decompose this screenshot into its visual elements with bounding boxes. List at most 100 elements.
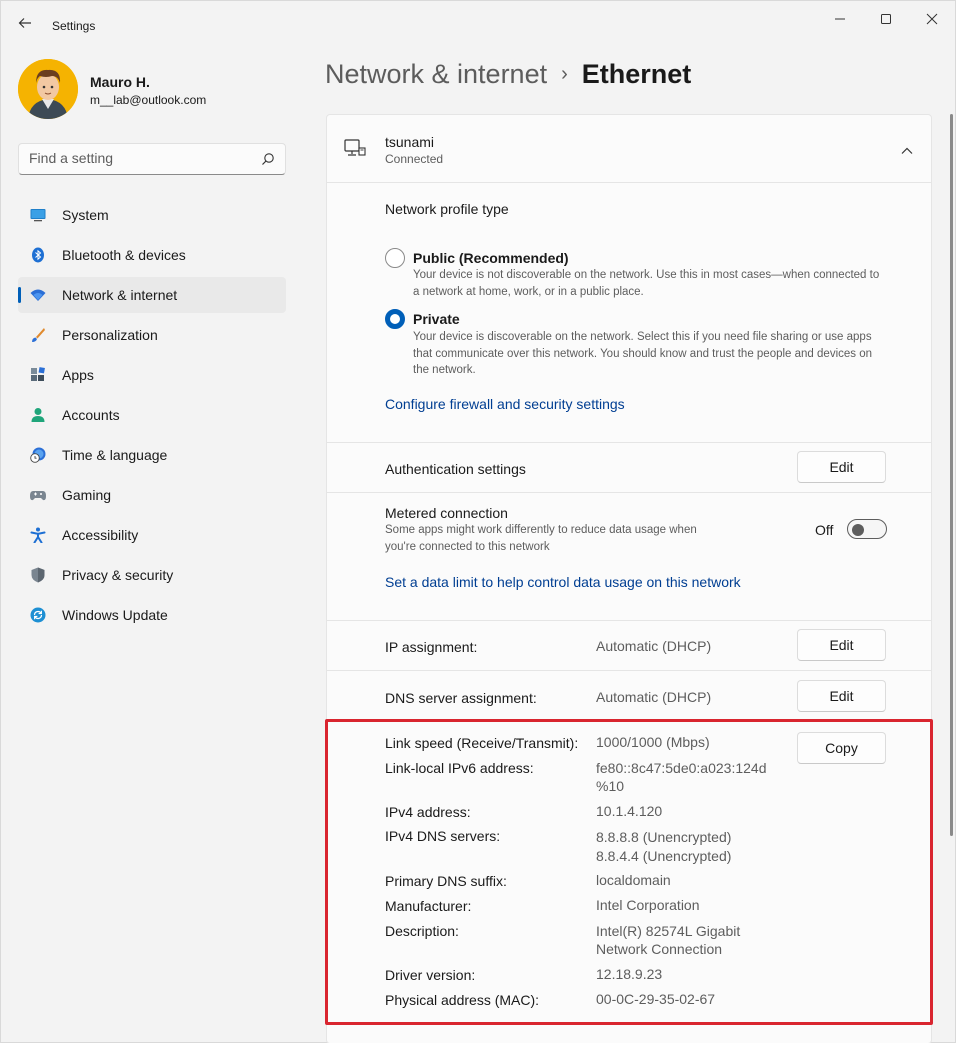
sidebar-item-privacy-security[interactable]: Privacy & security — [18, 557, 286, 593]
metered-title: Metered connection — [385, 505, 508, 521]
avatar[interactable] — [18, 59, 78, 119]
toggle-knob — [852, 524, 864, 536]
person-icon — [31, 408, 45, 422]
sidebar-item-apps[interactable]: Apps — [18, 357, 286, 393]
sidebar-item-label: Network & internet — [62, 287, 178, 303]
description-value-line2: Network Connection — [596, 941, 723, 957]
public-option-description: Your device is not discoverable on the n… — [413, 269, 880, 298]
search-input[interactable] — [29, 150, 249, 166]
user-name: Mauro H. — [90, 74, 150, 90]
ipv4-value: 10.1.4.120 — [596, 803, 663, 819]
breadcrumb-parent[interactable]: Network & internet — [325, 59, 547, 90]
collapse-button[interactable] — [893, 139, 921, 163]
scrollbar[interactable] — [950, 114, 953, 836]
active-indicator — [18, 287, 21, 303]
network-status: Connected — [385, 152, 444, 166]
private-option-description: Your device is discoverable on the netwo… — [413, 331, 873, 376]
data-limit-link[interactable]: Set a data limit to help control data us… — [385, 574, 741, 590]
manufacturer-label: Manufacturer: — [385, 898, 472, 914]
dns-assignment-value: Automatic (DHCP) — [596, 689, 712, 705]
dns-servers-label: IPv4 DNS servers: — [385, 828, 501, 844]
divider — [327, 492, 931, 493]
wifi-icon — [30, 289, 46, 301]
authentication-edit-button[interactable]: Edit — [797, 451, 886, 483]
ethernet-card: tsunami Connected Network profile type P… — [326, 114, 932, 1043]
divider — [327, 620, 931, 621]
public-option-title[interactable]: Public (Recommended) — [413, 250, 569, 266]
sidebar-item-label: Personalization — [62, 327, 158, 343]
sidebar-item-label: Windows Update — [62, 607, 168, 623]
ip-assignment-edit-button[interactable]: Edit — [797, 629, 886, 661]
dns-servers-value-line1: 8.8.8.8 (Unencrypted) — [596, 829, 732, 845]
mac-address-value: 00-0C-29-35-02-67 — [596, 991, 716, 1007]
minimize-button[interactable] — [817, 7, 863, 31]
search-box[interactable] — [18, 143, 286, 175]
breadcrumb: Network & internet › Ethernet — [325, 59, 691, 90]
sidebar-item-label: Bluetooth & devices — [62, 247, 186, 263]
shield-icon — [31, 567, 45, 583]
sidebar-item-accounts[interactable]: Accounts — [18, 397, 286, 433]
close-icon — [926, 13, 938, 25]
network-name: tsunami — [385, 134, 435, 150]
manufacturer-value: Intel Corporation — [596, 897, 700, 913]
sidebar-item-label: System — [62, 207, 109, 223]
mac-address-label: Physical address (MAC): — [385, 992, 540, 1008]
driver-version-value: 12.18.9.23 — [596, 966, 663, 982]
clock-globe-icon — [30, 447, 46, 463]
private-option-title[interactable]: Private — [413, 311, 460, 327]
sidebar-item-accessibility[interactable]: Accessibility — [18, 517, 286, 553]
dns-servers-value-line2: 8.8.4.4 (Unencrypted) — [596, 848, 732, 864]
sidebar-item-system[interactable]: System — [18, 197, 286, 233]
breadcrumb-separator: › — [561, 63, 568, 85]
sidebar-item-time-language[interactable]: Time & language — [18, 437, 286, 473]
dns-suffix-value: localdomain — [596, 872, 671, 888]
close-button[interactable] — [909, 7, 955, 31]
dns-assignment-edit-button[interactable]: Edit — [797, 680, 886, 712]
ethernet-icon — [344, 139, 366, 156]
divider — [327, 721, 931, 722]
divider — [327, 182, 931, 183]
ipv6-label: Link-local IPv6 address: — [385, 760, 534, 776]
firewall-settings-link[interactable]: Configure firewall and security settings — [385, 396, 625, 412]
bluetooth-icon — [32, 247, 44, 263]
chevron-up-icon — [901, 147, 913, 154]
apps-icon — [31, 367, 45, 381]
dns-suffix-label: Primary DNS suffix: — [385, 873, 507, 889]
metered-description: Some apps might work differently to redu… — [385, 524, 697, 553]
back-arrow-icon — [18, 18, 31, 28]
divider — [327, 442, 931, 443]
public-radio[interactable] — [385, 248, 405, 268]
title-bar: Settings — [1, 1, 956, 41]
sidebar-item-label: Apps — [62, 367, 94, 383]
sidebar-item-bluetooth[interactable]: Bluetooth & devices — [18, 237, 286, 273]
ip-assignment-value: Automatic (DHCP) — [596, 638, 712, 654]
app-title: Settings — [52, 19, 96, 33]
back-button[interactable] — [13, 11, 37, 35]
maximize-button[interactable] — [863, 7, 909, 31]
brush-icon — [32, 328, 45, 342]
dns-assignment-label: DNS server assignment: — [385, 690, 537, 706]
system-icon — [30, 209, 46, 222]
private-radio[interactable] — [385, 309, 405, 329]
link-speed-value: 1000/1000 (Mbps) — [596, 734, 710, 750]
sidebar-item-personalization[interactable]: Personalization — [18, 317, 286, 353]
description-value-line1: Intel(R) 82574L Gigabit — [596, 923, 741, 939]
driver-version-label: Driver version: — [385, 967, 476, 983]
ipv4-label: IPv4 address: — [385, 804, 471, 820]
search-icon — [262, 153, 274, 165]
sidebar-item-label: Privacy & security — [62, 567, 174, 583]
settings-window: Settings Mauro H. m__lab@outlook.com Fin… — [0, 0, 956, 1043]
ipv6-value-line2: %10 — [596, 778, 625, 794]
accessibility-icon — [30, 527, 46, 543]
sidebar-item-network[interactable]: Network & internet — [18, 277, 286, 313]
metered-toggle[interactable] — [847, 519, 887, 539]
metered-state-label: Off — [815, 522, 834, 538]
sidebar-item-gaming[interactable]: Gaming — [18, 477, 286, 513]
sidebar-item-windows-update[interactable]: Windows Update — [18, 597, 286, 633]
sidebar-item-label: Gaming — [62, 487, 112, 503]
sidebar-item-label: Time & language — [62, 447, 168, 463]
copy-properties-button[interactable]: Copy — [797, 732, 886, 764]
user-email: m__lab@outlook.com — [90, 93, 207, 107]
link-speed-label: Link speed (Receive/Transmit): — [385, 735, 579, 751]
ipv6-value-line1: fe80::8c47:5de0:a023:124d — [596, 760, 767, 776]
